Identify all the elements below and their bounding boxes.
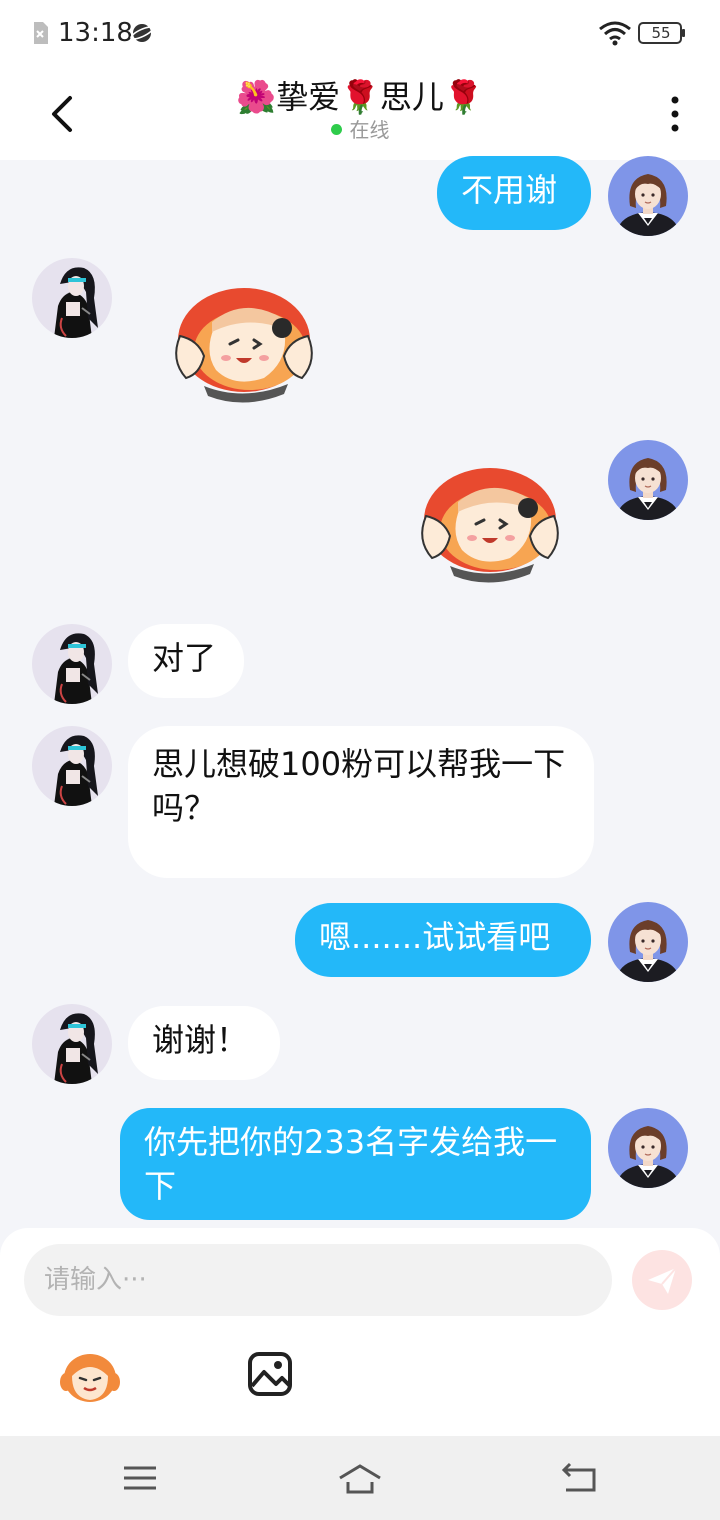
message-bubble-received[interactable]: 思儿想破100粉可以帮我一下吗？ xyxy=(128,726,594,878)
message-bubble-sent[interactable]: 不用谢 xyxy=(437,156,591,230)
online-status-label: 在线 xyxy=(349,118,390,142)
emoji-sticker-icon[interactable] xyxy=(58,1348,122,1408)
message-input[interactable]: 请输入··· xyxy=(24,1244,612,1316)
contact-avatar[interactable] xyxy=(32,1004,112,1084)
contact-avatar[interactable] xyxy=(32,258,112,338)
my-avatar[interactable] xyxy=(608,902,688,982)
online-status: 在线 xyxy=(180,118,540,142)
more-options-icon[interactable] xyxy=(660,94,690,134)
planet-icon xyxy=(130,24,154,42)
status-bar: 13:18 55 xyxy=(0,0,720,64)
contact-avatar[interactable] xyxy=(32,624,112,704)
message-bubble-received[interactable]: 谢谢！ xyxy=(128,1006,280,1080)
my-avatar[interactable] xyxy=(608,440,688,520)
online-dot-icon xyxy=(330,124,342,135)
status-time: 13:18 xyxy=(58,18,133,48)
cartoon-girl-sticker[interactable] xyxy=(410,450,570,590)
home-icon[interactable] xyxy=(338,1458,382,1498)
system-nav-bar xyxy=(0,1436,720,1520)
contact-avatar[interactable] xyxy=(32,726,112,806)
no-sim-icon xyxy=(34,22,48,44)
message-bubble-sent[interactable]: 嗯.......试试看吧 xyxy=(295,903,591,977)
cartoon-girl-sticker[interactable] xyxy=(164,270,324,410)
contact-name: 🌺挚爱🌹思儿🌹 xyxy=(236,78,484,116)
my-avatar[interactable] xyxy=(608,156,688,236)
battery-level: 55 xyxy=(651,24,671,42)
message-bubble-sent[interactable]: 你先把你的233名字发给我一下 xyxy=(120,1108,591,1220)
send-button[interactable] xyxy=(632,1250,692,1310)
message-bubble-received[interactable]: 对了 xyxy=(128,624,244,698)
chat-header: 🌺挚爱🌹思儿🌹 在线 xyxy=(0,64,720,160)
wifi-icon xyxy=(599,21,631,46)
menu-icon[interactable] xyxy=(118,1458,162,1498)
chat-title-block: 🌺挚爱🌹思儿🌹 在线 xyxy=(180,74,540,142)
composer: 请输入··· xyxy=(0,1228,720,1436)
send-icon xyxy=(648,1267,677,1294)
image-icon[interactable] xyxy=(246,1350,294,1398)
back-icon[interactable] xyxy=(44,94,80,134)
my-avatar[interactable] xyxy=(608,1108,688,1188)
back-nav-icon[interactable] xyxy=(558,1458,602,1498)
